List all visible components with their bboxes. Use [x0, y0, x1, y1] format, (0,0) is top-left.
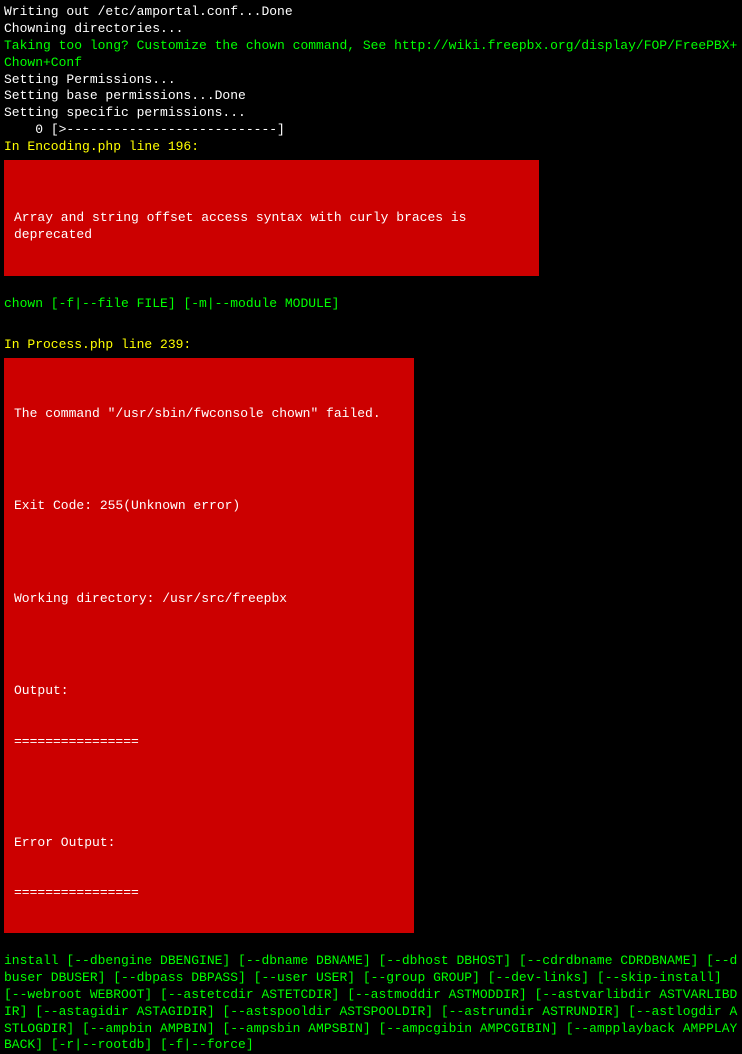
spacer [4, 280, 738, 296]
error-text: ================ [14, 885, 404, 902]
terminal-usage: install [--dbengine DBENGINE] [--dbname … [4, 953, 738, 1054]
terminal-line: Setting base permissions...Done [4, 88, 738, 105]
terminal-error-header: In Encoding.php line 196: [4, 139, 738, 156]
spacer [4, 937, 738, 953]
spacer [4, 329, 738, 337]
error-text: Array and string offset access syntax wi… [14, 210, 529, 244]
error-text: Error Output: [14, 835, 404, 852]
terminal-line-info: Taking too long? Customize the chown com… [4, 38, 738, 72]
terminal-line: Writing out /etc/amportal.conf...Done [4, 4, 738, 21]
error-text: Exit Code: 255(Unknown error) [14, 498, 404, 515]
terminal-error-header: In Process.php line 239: [4, 337, 738, 354]
terminal-usage: chown [-f|--file FILE] [-m|--module MODU… [4, 296, 738, 313]
terminal-line: Setting specific permissions... [4, 105, 738, 122]
spacer [14, 549, 404, 557]
terminal-progress: 0 [>---------------------------] [4, 122, 738, 139]
error-text: Working directory: /usr/src/freepbx [14, 591, 404, 608]
error-text: ================ [14, 734, 404, 751]
spacer [14, 785, 404, 801]
error-text: Output: [14, 683, 404, 700]
terminal-line: Setting Permissions... [4, 72, 738, 89]
spacer [14, 457, 404, 465]
spacer [14, 642, 404, 650]
terminal-line: Chowning directories... [4, 21, 738, 38]
error-message-box: Array and string offset access syntax wi… [4, 160, 539, 276]
error-text: The command "/usr/sbin/fwconsole chown" … [14, 406, 404, 423]
error-message-box: The command "/usr/sbin/fwconsole chown" … [4, 358, 414, 933]
spacer [4, 313, 738, 329]
